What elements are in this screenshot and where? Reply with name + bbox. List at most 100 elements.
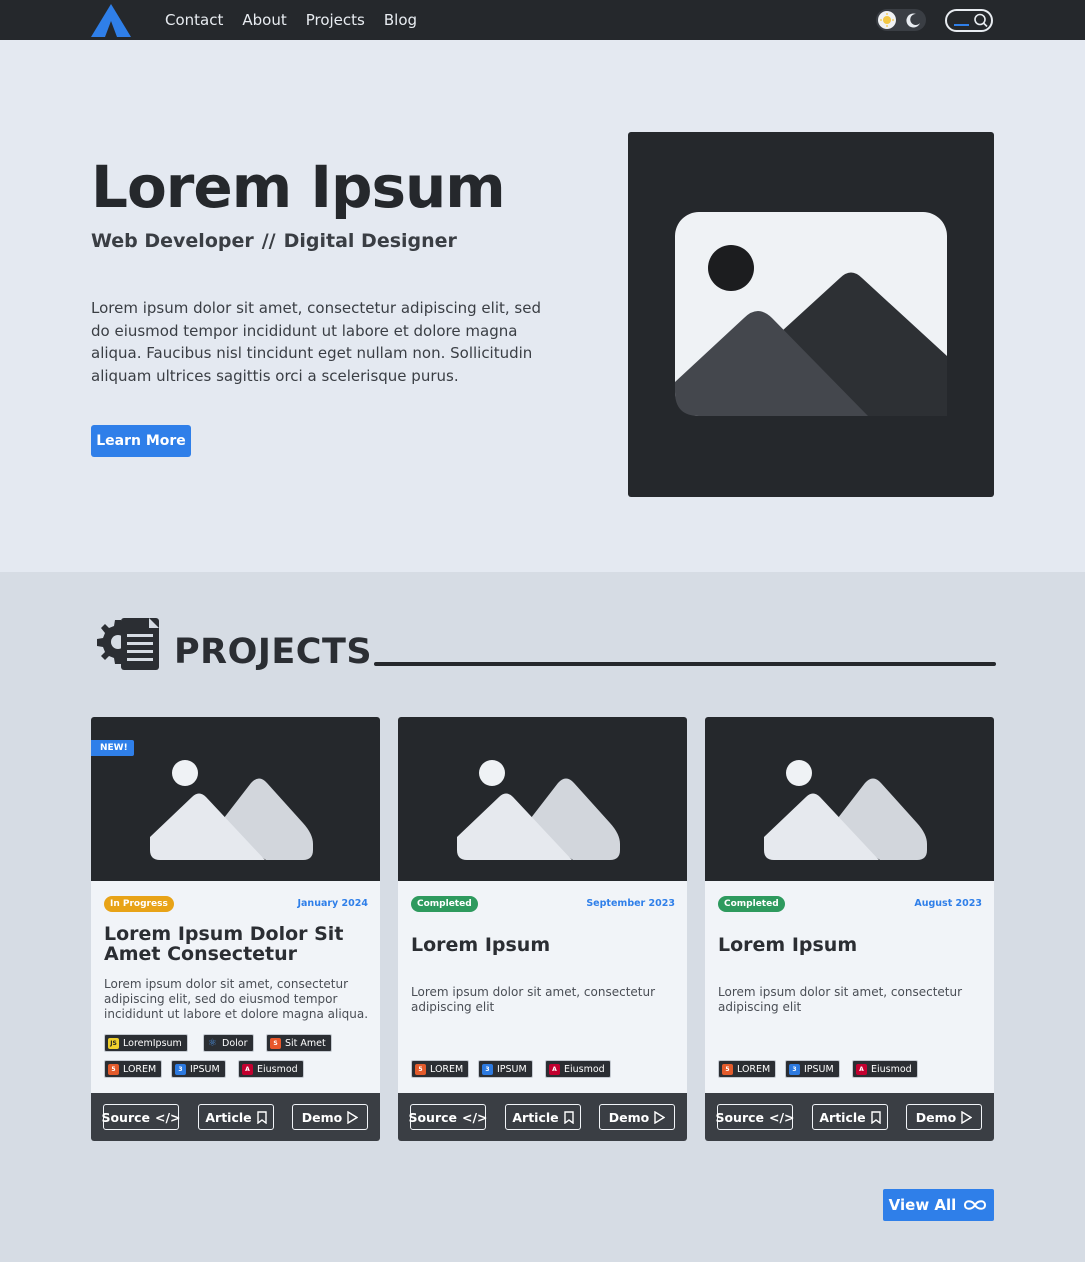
article-button[interactable]: Article: [505, 1104, 581, 1130]
tag-label: Eiusmod: [564, 1063, 605, 1075]
theme-toggle[interactable]: [876, 9, 926, 31]
tag-label: Sit Amet: [285, 1037, 326, 1049]
button-label: Source: [715, 1109, 765, 1125]
project-card: Completed September 2023 Lorem Ipsum Lor…: [398, 717, 687, 1141]
tech-tag[interactable]: 3 IPSUM: [171, 1060, 226, 1078]
moon-icon: [906, 13, 920, 28]
project-card: Completed August 2023 Lorem Ipsum Lorem …: [705, 717, 994, 1141]
image-placeholder-icon: [764, 760, 927, 860]
gear-document-icon: [97, 618, 159, 670]
demo-button[interactable]: Demo: [906, 1104, 982, 1130]
image-placeholder-icon: [675, 212, 947, 416]
play-icon: [961, 1110, 973, 1124]
projects-heading: PROJECTS: [174, 632, 373, 672]
code-icon: </>: [155, 1109, 181, 1125]
code-icon: </>: [462, 1109, 488, 1125]
tech-tag[interactable]: JS LoremIpsum: [104, 1034, 188, 1052]
hero-image: [628, 132, 994, 497]
card-actions: Source </> Article Demo: [91, 1093, 380, 1141]
tech-tag[interactable]: 5 LOREM: [104, 1060, 163, 1078]
view-all-button[interactable]: View All: [883, 1189, 994, 1221]
tech-tag[interactable]: A Eiusmod: [238, 1060, 304, 1078]
tag-label: IPSUM: [497, 1063, 527, 1075]
search-icon: [954, 13, 988, 28]
button-label: Demo: [608, 1109, 650, 1125]
image-placeholder-icon: [150, 760, 313, 860]
project-date: January 2024: [297, 898, 368, 909]
button-label: Article: [512, 1109, 559, 1125]
html5-icon: 5: [108, 1063, 119, 1075]
tag-label: IPSUM: [190, 1063, 220, 1075]
tag-label: IPSUM: [804, 1063, 834, 1075]
nav-link-contact[interactable]: Contact: [165, 11, 223, 29]
card-actions: Source </> Article Demo: [398, 1093, 687, 1141]
tech-tag[interactable]: A Eiusmod: [852, 1060, 918, 1078]
project-date: August 2023: [914, 898, 982, 909]
tag-label: LoremIpsum: [123, 1037, 182, 1049]
tech-tag[interactable]: 3 IPSUM: [785, 1060, 840, 1078]
button-label: View All: [888, 1196, 957, 1214]
card-description: Lorem ipsum dolor sit amet, consectetur …: [411, 985, 656, 1014]
card-image: [398, 717, 687, 881]
source-button[interactable]: Source </>: [408, 1104, 488, 1130]
card-title: Lorem Ipsum: [411, 934, 551, 956]
hero-subtitle-separator: //: [261, 230, 276, 252]
tech-tag[interactable]: S Sit Amet: [266, 1034, 332, 1052]
tag-label: LOREM: [123, 1063, 157, 1075]
button-label: Article: [205, 1109, 252, 1125]
javascript-icon: JS: [108, 1037, 119, 1049]
source-button[interactable]: Source </>: [101, 1104, 181, 1130]
nav-link-blog[interactable]: Blog: [384, 11, 417, 29]
tech-tag[interactable]: ⚛ Dolor: [203, 1034, 254, 1052]
tag-label: LOREM: [430, 1063, 464, 1075]
card-actions: Source </> Article Demo: [705, 1093, 994, 1141]
image-placeholder-icon: [457, 760, 620, 860]
react-icon: ⚛: [208, 1037, 217, 1049]
nav-link-projects[interactable]: Projects: [306, 11, 365, 29]
tech-tag[interactable]: 5 LOREM: [411, 1060, 470, 1078]
source-button[interactable]: Source </>: [715, 1104, 795, 1130]
logo-triangle-icon[interactable]: [91, 4, 133, 37]
bookmark-icon: [563, 1110, 574, 1124]
card-title: Lorem Ipsum: [718, 934, 858, 956]
learn-more-button[interactable]: Learn More: [91, 425, 191, 457]
hero-subtitle: Web Developer // Digital Designer: [91, 230, 457, 252]
angular-icon: A: [242, 1063, 253, 1075]
infinity-icon: [964, 1200, 987, 1210]
button-label: Demo: [915, 1109, 957, 1125]
play-icon: [347, 1110, 359, 1124]
tech-tag[interactable]: A Eiusmod: [545, 1060, 611, 1078]
html5-icon: 5: [722, 1063, 733, 1075]
search-button[interactable]: [945, 9, 993, 32]
button-label: Demo: [301, 1109, 343, 1125]
demo-button[interactable]: Demo: [599, 1104, 675, 1130]
card-image: [705, 717, 994, 881]
button-label: Source: [101, 1109, 151, 1125]
heading-divider: [374, 662, 996, 666]
demo-button[interactable]: Demo: [292, 1104, 368, 1130]
status-badge: In Progress: [104, 896, 174, 912]
css3-icon: 3: [175, 1063, 186, 1075]
hero-subtitle-left: Web Developer: [91, 230, 254, 252]
tag-label: LOREM: [737, 1063, 771, 1075]
html5-icon: 5: [415, 1063, 426, 1075]
card-description: Lorem ipsum dolor sit amet, consectetur …: [718, 985, 963, 1014]
hero-title: Lorem Ipsum: [91, 153, 506, 221]
top-nav: Contact About Projects Blog: [0, 0, 1085, 40]
card-title: Lorem Ipsum Dolor Sit Amet Consectetur: [104, 923, 344, 965]
article-button[interactable]: Article: [198, 1104, 274, 1130]
status-badge: Completed: [411, 896, 478, 912]
angular-icon: A: [549, 1063, 560, 1075]
css3-icon: 3: [482, 1063, 493, 1075]
code-icon: </>: [769, 1109, 795, 1125]
status-badge: Completed: [718, 896, 785, 912]
tech-tag[interactable]: 3 IPSUM: [478, 1060, 533, 1078]
hero-section: Lorem Ipsum Web Developer // Digital Desig…: [0, 40, 1085, 572]
nav-link-about[interactable]: About: [242, 11, 286, 29]
nav-links: Contact About Projects Blog: [165, 0, 417, 40]
svelte-icon: S: [270, 1037, 281, 1049]
tag-label: Dolor: [222, 1037, 248, 1049]
play-icon: [654, 1110, 666, 1124]
tech-tag[interactable]: 5 LOREM: [718, 1060, 777, 1078]
article-button[interactable]: Article: [812, 1104, 888, 1130]
